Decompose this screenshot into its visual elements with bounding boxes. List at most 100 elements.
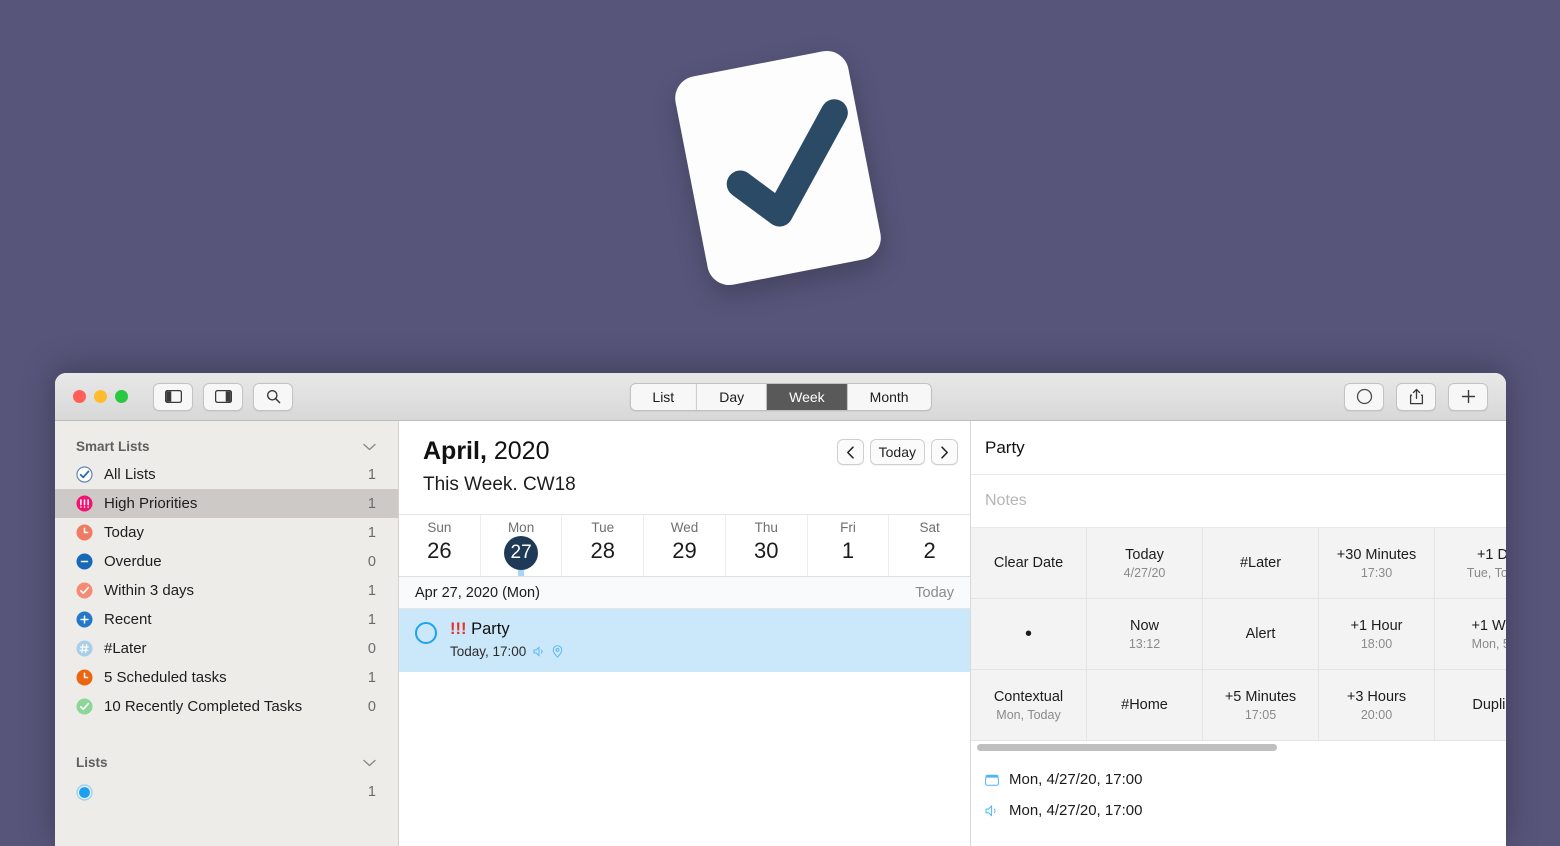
weekday-cell-sat[interactable]: Sat 2: [889, 515, 970, 576]
chevron-down-icon[interactable]: [363, 443, 376, 451]
quick-action-plus-5-minutes[interactable]: +5 Minutes 17:05: [1203, 670, 1319, 740]
quick-action-row: Clear Date Today 4/27/20 #Later +30 Minu…: [971, 528, 1506, 599]
weekday-number: 26: [427, 538, 452, 563]
quick-action-now[interactable]: Now 13:12: [1087, 599, 1203, 669]
quick-action-plus-1-hour[interactable]: +1 Hour 18:00: [1319, 599, 1435, 669]
alert-icon: [533, 646, 543, 657]
day-group-header: Apr 27, 2020 (Mon) Today: [399, 577, 970, 609]
weekday-dow: Sun: [427, 520, 452, 535]
sidebar-item-scheduled-tasks[interactable]: 5 Scheduled tasks 1: [55, 663, 398, 692]
sidebar-item-within-3-days[interactable]: Within 3 days 1: [55, 576, 398, 605]
task-complete-checkbox[interactable]: [415, 622, 437, 644]
tab-day[interactable]: Day: [697, 383, 768, 410]
quick-action-label: •: [1024, 623, 1032, 645]
quick-action-label: +3 Hours: [1346, 688, 1407, 705]
tab-week[interactable]: Week: [767, 383, 848, 410]
plus-icon[interactable]: [1448, 382, 1488, 411]
quick-action-home[interactable]: #Home: [1087, 670, 1203, 740]
weekday-dow: Tue: [591, 520, 615, 535]
sidebar-list-item[interactable]: 1: [55, 776, 398, 808]
scrollbar-thumb[interactable]: [977, 744, 1277, 751]
quick-action-sub: 18:00: [1360, 636, 1393, 651]
quick-action-plus-1-week[interactable]: +1 We Mon, 5/: [1435, 599, 1506, 669]
sidebar-item-recent[interactable]: Recent 1: [55, 605, 398, 634]
quick-action-contextual[interactable]: Contextual Mon, Today: [971, 670, 1087, 740]
quick-action-today[interactable]: Today 4/27/20: [1087, 528, 1203, 598]
weekday-cell-sun[interactable]: Sun 26: [399, 515, 481, 576]
today-button[interactable]: Today: [869, 439, 925, 465]
sidebar-item-overdue[interactable]: Overdue 0: [55, 547, 398, 576]
quick-action-plus-1-day[interactable]: +1 D Tue, Tom: [1435, 528, 1506, 598]
sidebar-right-icon[interactable]: [203, 382, 243, 411]
detail-title-field[interactable]: Party: [971, 421, 1506, 475]
quick-action-sub: Tue, Tom: [1466, 565, 1506, 580]
chevron-down-icon[interactable]: [363, 759, 376, 767]
weekday-cell-wed[interactable]: Wed 29: [644, 515, 726, 576]
quick-action-clear-date[interactable]: Clear Date: [971, 528, 1087, 598]
sidebar-left-icon[interactable]: [153, 382, 193, 411]
next-week-button[interactable]: [931, 439, 958, 465]
clock-icon: [76, 669, 93, 686]
task-row[interactable]: !!! Party Today, 17:00: [399, 609, 970, 672]
tab-list[interactable]: List: [630, 383, 698, 410]
close-button[interactable]: [73, 390, 86, 403]
sidebar-item-label: High Priorities: [104, 495, 198, 512]
search-icon[interactable]: [253, 382, 293, 411]
sidebar-item-label: Within 3 days: [104, 582, 195, 599]
calendar-week-subtitle: This Week. CW18: [423, 474, 576, 495]
quick-action-plus-30-minutes[interactable]: +30 Minutes 17:30: [1319, 528, 1435, 598]
weekday-number: 1: [841, 538, 855, 563]
quick-action-dot[interactable]: •: [971, 599, 1087, 669]
sidebar-section-smart-lists[interactable]: Smart Lists: [55, 433, 398, 460]
tab-month[interactable]: Month: [847, 383, 931, 410]
smart-lists-header-label: Smart Lists: [76, 439, 150, 454]
sidebar: Smart Lists All Lists 1 High Priorities …: [55, 421, 399, 846]
minimize-button[interactable]: [94, 390, 107, 403]
weekday-cell-thu[interactable]: Thu 30: [726, 515, 808, 576]
weekday-cell-tue[interactable]: Tue 28: [562, 515, 645, 576]
quick-action-alert[interactable]: Alert: [1203, 599, 1319, 669]
weekday-number-today: 27: [504, 536, 539, 570]
quick-action-label: #Home: [1121, 697, 1168, 713]
sidebar-item-count: 1: [367, 495, 376, 512]
task-title-text: Party: [471, 620, 510, 638]
hash-circle-icon: [76, 640, 93, 657]
sidebar-item-count: 1: [367, 524, 376, 541]
zoom-button[interactable]: [115, 390, 128, 403]
view-mode-segmented-control[interactable]: List Day Week Month: [629, 382, 932, 411]
quick-action-plus-3-hours[interactable]: +3 Hours 20:00: [1319, 670, 1435, 740]
quick-action-scrollbar[interactable]: [971, 741, 1506, 754]
checkmark-icon: [726, 99, 848, 227]
sidebar-item-today[interactable]: Today 1: [55, 518, 398, 547]
weekday-cell-mon[interactable]: Mon 27: [481, 515, 563, 576]
sidebar-item-label: 5 Scheduled tasks: [104, 669, 227, 686]
priority-bangs-icon: [76, 495, 93, 512]
minus-circle-icon: [76, 553, 93, 570]
weekday-cell-fri[interactable]: Fri 1: [808, 515, 890, 576]
sidebar-item-count: 1: [367, 611, 376, 628]
detail-date-label: Mon, 4/27/20, 17:00: [1009, 802, 1143, 819]
sidebar-item-later[interactable]: #Later 0: [55, 634, 398, 663]
quick-action-duplicate[interactable]: Duplic: [1435, 670, 1506, 740]
weekday-number: 30: [753, 538, 779, 563]
sidebar-section-lists[interactable]: Lists: [55, 749, 398, 776]
circle-icon[interactable]: [1344, 382, 1384, 411]
weekday-dow: Fri: [840, 520, 856, 535]
share-icon[interactable]: [1396, 382, 1436, 411]
detail-alert-date-row[interactable]: Mon, 4/27/20, 17:00: [971, 795, 1506, 826]
quick-action-sub: 17:05: [1244, 707, 1277, 722]
sidebar-item-recently-completed[interactable]: 10 Recently Completed Tasks 0: [55, 692, 398, 721]
calendar-year: 2020: [493, 437, 550, 465]
quick-action-later[interactable]: #Later: [1203, 528, 1319, 598]
prev-week-button[interactable]: [836, 439, 864, 465]
app-icon: [671, 47, 896, 289]
quick-action-label: #Later: [1239, 555, 1282, 571]
sidebar-item-all-lists[interactable]: All Lists 1: [55, 460, 398, 489]
quick-action-sub: Mon, 5/: [1471, 636, 1506, 651]
plus-circle-icon: [76, 611, 93, 628]
weekday-number: 29: [672, 538, 697, 563]
app-window: List Day Week Month Smart Lists All List…: [55, 373, 1506, 846]
detail-due-date-row[interactable]: Mon, 4/27/20, 17:00: [971, 764, 1506, 795]
sidebar-item-high-priorities[interactable]: High Priorities 1: [55, 489, 398, 518]
detail-notes-field[interactable]: Notes: [971, 475, 1506, 528]
